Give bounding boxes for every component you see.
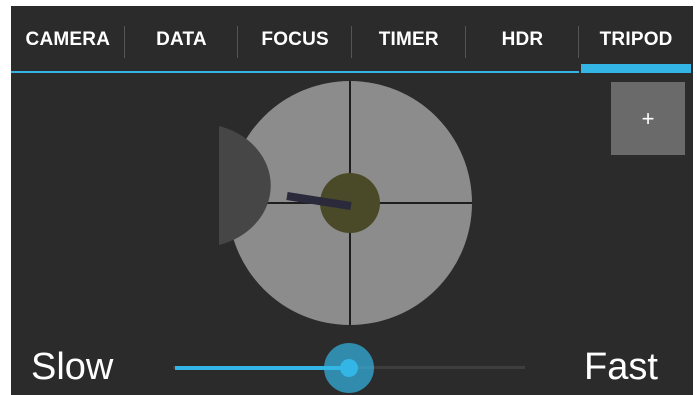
tripod-control-wheel[interactable]	[11, 6, 693, 395]
slow-label: Slow	[31, 346, 114, 388]
app-screen: CAMERA DATA FOCUS TIMER HDR TRIPOD + Slo…	[11, 6, 693, 395]
add-button[interactable]: +	[611, 82, 685, 155]
slider-thumb[interactable]	[340, 359, 358, 377]
fast-label: Fast	[584, 346, 658, 388]
add-button-label: +	[641, 105, 655, 131]
slider-fill	[175, 366, 349, 370]
speed-slider[interactable]	[173, 343, 525, 393]
